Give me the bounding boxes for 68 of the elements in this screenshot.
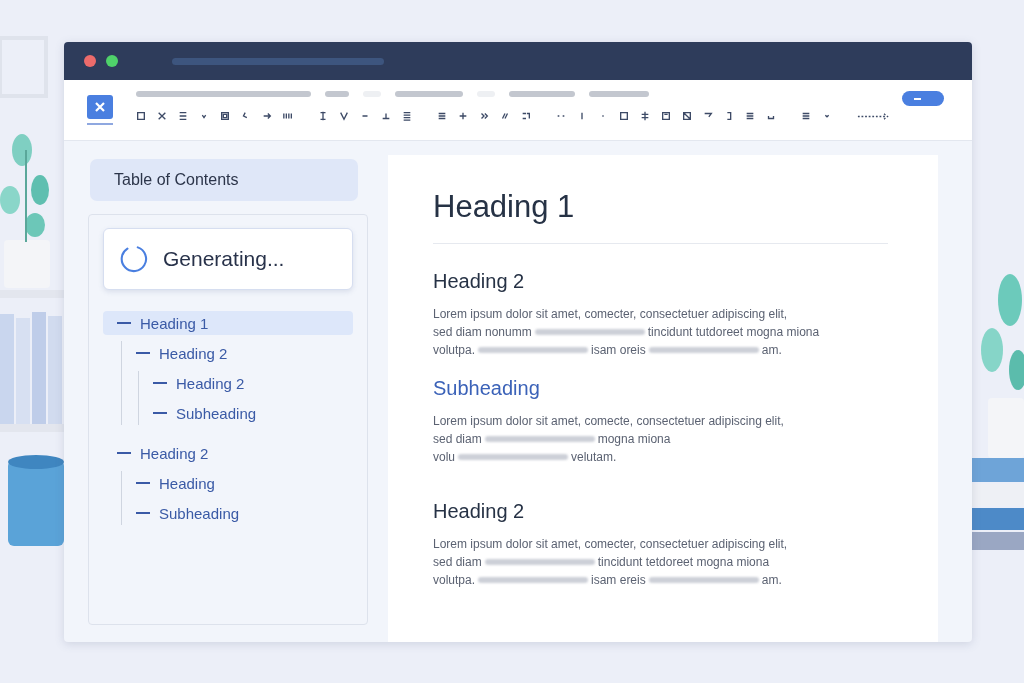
dash-icon xyxy=(117,322,131,324)
toc-item[interactable]: Heading 2 xyxy=(103,441,353,465)
toc-item[interactable]: Heading 1 xyxy=(103,311,353,335)
toolbar-icon[interactable] xyxy=(682,111,692,121)
toolbar-icon[interactable] xyxy=(745,111,755,121)
paragraph-text: tincidunt tetdoreet mogna miona xyxy=(597,554,770,571)
toolbar-icon[interactable] xyxy=(458,111,468,121)
toolbar-icon[interactable] xyxy=(339,111,349,121)
toolbar-icon[interactable] xyxy=(262,111,272,121)
document-title: Heading 1 xyxy=(433,189,888,244)
paragraph-text: Lorem ipsum dolor sit amet, comecter, consectetuer adipiscing elit, xyxy=(433,536,788,553)
menu-placeholder xyxy=(509,91,575,97)
paragraph-text: Lorem ipsum dolor sit amet, comecte, consectetuer adipiscing elit, xyxy=(433,413,784,430)
toc-item[interactable]: Subheading xyxy=(122,501,353,525)
maximize-button[interactable] xyxy=(106,55,118,67)
toolbar-icon[interactable] xyxy=(619,111,629,121)
paragraph-text: isam oreis xyxy=(591,342,646,359)
toolbar-icon[interactable] xyxy=(724,111,734,121)
toolbar-icon[interactable] xyxy=(178,111,188,121)
toc-item[interactable]: Heading xyxy=(122,471,353,495)
dash-icon xyxy=(153,412,167,414)
paragraph-text: volutpa. xyxy=(433,342,476,359)
toc-item[interactable]: Subheading xyxy=(139,401,353,425)
section-heading: Heading 2 xyxy=(433,500,526,523)
spinner-icon xyxy=(119,244,149,274)
dash-icon xyxy=(136,352,150,354)
paragraph-text: isam ereis xyxy=(591,572,646,589)
paragraph-text: mogna miona xyxy=(597,431,671,448)
paragraph-text: am. xyxy=(761,572,782,589)
toolbar-icon[interactable] xyxy=(136,111,146,121)
dash-icon xyxy=(136,512,150,514)
paragraph-text: tincidunt tutdoreet mogna miona xyxy=(647,324,820,341)
dash-icon xyxy=(153,382,167,384)
toolbar-icon[interactable] xyxy=(283,111,293,121)
toolbar-icon[interactable] xyxy=(801,111,811,121)
toolbar-icon[interactable] xyxy=(220,111,230,121)
sidebar-header: Table of Contents xyxy=(90,159,358,201)
subheading: Subheading xyxy=(433,377,541,400)
toolbar-icon[interactable] xyxy=(381,111,391,121)
paragraph-text: sed diam xyxy=(433,554,482,571)
toolbar-icon[interactable] xyxy=(402,111,412,121)
toolbar-icon[interactable] xyxy=(661,111,671,121)
section-heading: Heading 2 xyxy=(433,270,526,293)
toolbar-icon[interactable] xyxy=(640,111,650,121)
paragraph-text: sed diam xyxy=(433,431,482,448)
app-logo-icon[interactable] xyxy=(87,95,113,125)
paragraph-text: Lorem ipsum dolor sit amet, comecter, consectetuer adipiscing elit, xyxy=(433,306,788,323)
toolbar-icon[interactable] xyxy=(521,111,531,121)
toc-item[interactable]: Heading 2 xyxy=(139,371,353,395)
status-text: Generating... xyxy=(163,247,285,271)
paragraph-text: sed diam nonumm xyxy=(433,324,532,341)
dash-icon xyxy=(117,452,131,454)
toolbar-icon[interactable] xyxy=(437,111,447,121)
dash-icon xyxy=(136,482,150,484)
toolbar-icon[interactable] xyxy=(157,111,167,121)
menu-placeholder xyxy=(589,91,649,97)
toc-item[interactable]: Heading 2 xyxy=(122,341,353,365)
paragraph-text: volu xyxy=(433,449,455,466)
close-button[interactable] xyxy=(84,55,96,67)
paragraph-text: volutpa. xyxy=(433,572,476,589)
action-button[interactable] xyxy=(902,91,944,106)
toolbar-icon[interactable] xyxy=(479,111,489,121)
paragraph-text: velutam. xyxy=(571,449,617,466)
menu-placeholder xyxy=(395,91,463,97)
toolbar-icon[interactable] xyxy=(500,111,510,121)
paragraph-text: am. xyxy=(761,342,782,359)
menu-placeholder xyxy=(325,91,349,97)
toolbar-icon[interactable] xyxy=(318,111,328,121)
